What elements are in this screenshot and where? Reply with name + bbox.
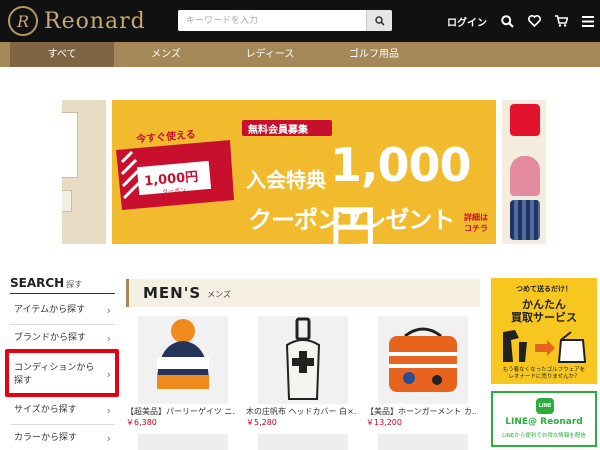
line-reonard-ad[interactable]: LINE LINE@ Reonard LINEから便利でお得な情報を配信 bbox=[491, 391, 597, 447]
chevron-right-icon: › bbox=[106, 304, 111, 317]
product-price: ￥13,200 bbox=[366, 418, 402, 427]
search-icon bbox=[374, 15, 385, 26]
product-card[interactable]: 【超美品】パーリーゲイツ ニ… ￥6,380 bbox=[126, 316, 236, 428]
cart-bag-image bbox=[389, 327, 457, 392]
headline-sub: クーポンプレゼント bbox=[248, 206, 455, 234]
cart-icon[interactable] bbox=[555, 15, 568, 27]
sidebar-item-label: ブランドから探す bbox=[14, 333, 87, 343]
product-thumb-plaid-shirt bbox=[510, 200, 540, 240]
site-logo[interactable]: R Reonard bbox=[8, 5, 148, 37]
nav-golf-goods[interactable]: ゴルフ用品 bbox=[322, 42, 426, 67]
member-badge-text: 無料会員募集 bbox=[248, 125, 308, 136]
product-name[interactable]: 【美品】ホーンガーメント カ… bbox=[366, 406, 476, 417]
sidebar-item-color[interactable]: カラーから探す › bbox=[10, 425, 115, 450]
chevron-right-icon: › bbox=[106, 332, 111, 345]
chevron-right-icon: › bbox=[106, 432, 111, 445]
nav-ladies[interactable]: レディース bbox=[218, 42, 322, 67]
product-image-beanie[interactable] bbox=[138, 316, 228, 404]
headline-prefix: 入会特典 bbox=[246, 168, 326, 192]
carousel-next-slide[interactable] bbox=[502, 100, 546, 244]
buyback-note: もう着なくなったゴルフウェアを レオナードに売りませんか？ bbox=[491, 367, 597, 381]
product-image-headcover[interactable] bbox=[258, 316, 348, 404]
header-actions: ログイン bbox=[447, 12, 594, 30]
carousel-prev-slide[interactable] bbox=[62, 100, 106, 244]
product-card[interactable]: 木の庄帆布 ヘッドカバー 白×… ￥5,280 bbox=[246, 316, 356, 428]
product-price: ￥5,280 bbox=[246, 418, 277, 427]
sidebar-item-label: サイズから探す bbox=[14, 405, 77, 415]
slide-tab bbox=[62, 190, 72, 212]
search-input[interactable] bbox=[178, 10, 366, 31]
buyback-top-text: つめて送るだけ！ bbox=[516, 285, 572, 293]
product-thumb-red-shirt bbox=[510, 104, 540, 136]
sidebar-title: SEARCH 探す bbox=[10, 276, 115, 294]
product-image-cart-bag[interactable] bbox=[378, 316, 468, 404]
highlight-box bbox=[5, 349, 119, 397]
search-icon[interactable] bbox=[501, 14, 514, 28]
product-name[interactable]: 木の庄帆布 ヘッドカバー 白×… bbox=[246, 406, 356, 417]
logo-mark: R bbox=[8, 6, 38, 36]
product-card[interactable]: 【美品】ホーンガーメント カ… ￥13,200 bbox=[366, 316, 476, 428]
sidebar-item-label: カラーから探す bbox=[14, 433, 78, 443]
nav-all[interactable]: すべて bbox=[10, 42, 114, 67]
search-button[interactable] bbox=[366, 10, 392, 31]
product-name[interactable]: 【超美品】パーリーゲイツ ニ… bbox=[126, 406, 236, 417]
section-header-mens: MEN'S メンズ bbox=[126, 279, 480, 307]
slide-panel bbox=[62, 112, 78, 178]
detail-link-line1[interactable]: 詳細は bbox=[464, 212, 488, 223]
product-thumb-pink-cap bbox=[510, 156, 540, 196]
sidebar-item-size[interactable]: サイズから探す › bbox=[10, 397, 115, 425]
headcover-image bbox=[285, 317, 321, 400]
line-logo-icon: LINE bbox=[536, 398, 554, 414]
buyback-title-line1: かんたん bbox=[522, 298, 566, 311]
line-ad-title: LINE@ Reonard bbox=[505, 417, 583, 427]
detail-link-line2[interactable]: コチラ bbox=[464, 223, 488, 234]
buyback-note-line2: レオナードに売りませんか？ bbox=[508, 374, 580, 380]
product-price: ￥6,380 bbox=[126, 418, 157, 427]
buyback-title-line2: 買取サービス bbox=[511, 311, 577, 324]
logo-text: Reonard bbox=[44, 8, 146, 34]
product-image-partial[interactable] bbox=[138, 434, 228, 450]
login-link[interactable]: ログイン bbox=[447, 14, 487, 29]
product-image-partial[interactable] bbox=[378, 434, 468, 450]
chevron-right-icon: › bbox=[106, 404, 111, 417]
menu-icon[interactable] bbox=[582, 15, 594, 27]
sidebar-title-sub: 探す bbox=[66, 280, 83, 289]
sidebar-item-item[interactable]: アイテムから探す › bbox=[10, 297, 115, 325]
buyback-title: かんたん 買取サービス bbox=[491, 298, 597, 324]
buyback-service-ad[interactable]: つめて送るだけ！ かんたん 買取サービス もう着なくなったゴルフウェアを レオナ… bbox=[491, 278, 597, 384]
beanie-image bbox=[157, 319, 209, 389]
member-coupon-banner[interactable]: 今すぐ使える 1,000円 クーポン 無料会員募集 入会特典 1,000円 クー… bbox=[112, 100, 496, 244]
sidebar-title-main: SEARCH bbox=[10, 276, 65, 290]
clothes-to-box-icon bbox=[503, 330, 587, 363]
category-nav: すべて メンズ レディース ゴルフ用品 bbox=[0, 42, 600, 67]
nav-mens[interactable]: メンズ bbox=[114, 42, 218, 67]
section-subtitle: メンズ bbox=[207, 290, 231, 299]
heart-icon[interactable] bbox=[528, 15, 541, 27]
buyback-note-line1: もう着なくなったゴルフウェアを bbox=[502, 367, 586, 373]
section-title: MEN'S bbox=[143, 284, 202, 302]
product-image-partial[interactable] bbox=[258, 434, 348, 450]
line-ad-note: LINEから便利でお得な情報を配信 bbox=[502, 433, 586, 439]
search-box bbox=[178, 10, 392, 31]
header-bar: R Reonard ログイン bbox=[0, 0, 600, 42]
sidebar-item-label: アイテムから探す bbox=[14, 305, 86, 315]
